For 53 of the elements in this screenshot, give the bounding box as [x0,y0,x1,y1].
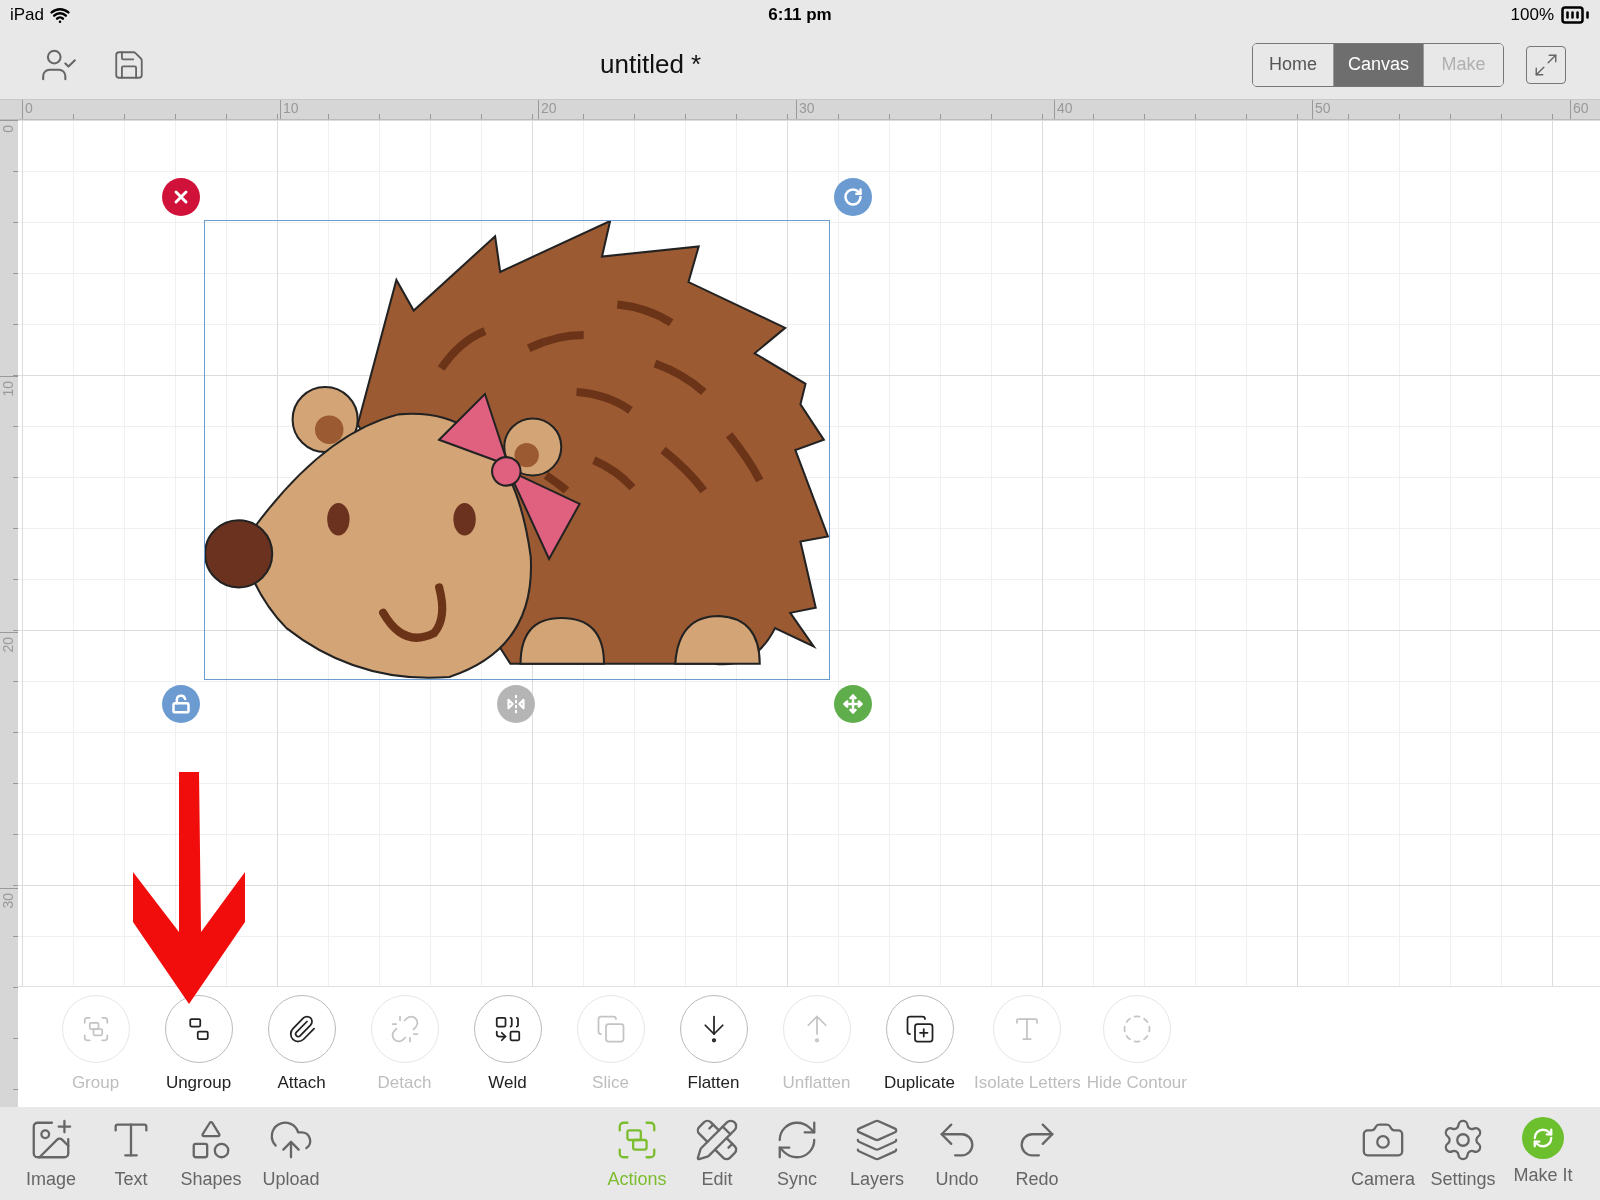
toolbar-tool[interactable]: Shapes [174,1117,248,1190]
design-canvas[interactable] [18,120,1600,986]
battery-percent: 100% [1510,5,1554,25]
action-button[interactable]: Flatten [662,995,765,1093]
wifi-icon [50,5,71,25]
unlink-icon [389,1014,420,1044]
toolbar-tool[interactable]: Settings [1426,1117,1500,1190]
pencil-ruler-icon [694,1117,740,1163]
unlock-icon [171,694,191,714]
toolbar-tool[interactable]: Undo [920,1117,994,1190]
ruler-label: 0 [25,100,33,116]
action-button[interactable]: Attach [250,995,353,1093]
toolbar-tool[interactable]: Camera [1346,1117,1420,1190]
ruler-label: 0 [0,125,16,133]
rotate-icon [843,187,863,207]
flip-handle[interactable] [497,685,535,723]
layers-icon [854,1117,900,1163]
dashed-circle-icon [1121,1014,1152,1044]
toolbar-tool[interactable]: Make It [1506,1117,1580,1190]
flip-icon [506,694,526,714]
device-name: iPad [10,5,45,25]
toolbar-tool[interactable]: Layers [840,1117,914,1190]
ruler-label: 50 [1315,100,1331,116]
document-title: untitled * [600,49,703,80]
move-handle[interactable] [834,685,872,723]
delete-handle[interactable] [162,178,200,216]
toolbar-tool[interactable]: Text [94,1117,168,1190]
toolbar-tool[interactable]: Edit [680,1117,754,1190]
ruler-label: 20 [541,100,557,116]
toolbar-tool[interactable]: Redo [1000,1117,1074,1190]
overlap-icon [595,1014,626,1044]
selected-hedgehog-drawing[interactable] [204,220,830,680]
mode-tab[interactable]: Canvas [1332,43,1423,86]
toolbar-tool[interactable]: Image [14,1117,88,1190]
action-button[interactable]: Ungroup [147,995,250,1093]
ruler-label: 30 [799,100,815,116]
ruler-label: 30 [0,893,16,909]
copy-plus-icon [904,1014,935,1044]
move-icon [843,694,863,714]
make-it-icon [1522,1117,1564,1159]
toolbar-tool[interactable]: Upload [254,1117,328,1190]
ruler-label: 20 [0,637,16,653]
fullscreen-button[interactable] [1526,45,1566,84]
ruler-label: 10 [0,381,16,397]
ruler-label: 40 [1057,100,1073,116]
ruler-label: 60 [1573,100,1589,116]
clock: 6:11 pm [768,5,832,25]
toolbar-tool[interactable]: Sync [760,1117,834,1190]
ruler-label: 10 [283,100,299,116]
lock-handle[interactable] [162,685,200,723]
rotate-handle[interactable] [834,178,872,216]
action-button[interactable]: Weld [456,995,559,1093]
action-button[interactable]: Duplicate [868,995,971,1093]
